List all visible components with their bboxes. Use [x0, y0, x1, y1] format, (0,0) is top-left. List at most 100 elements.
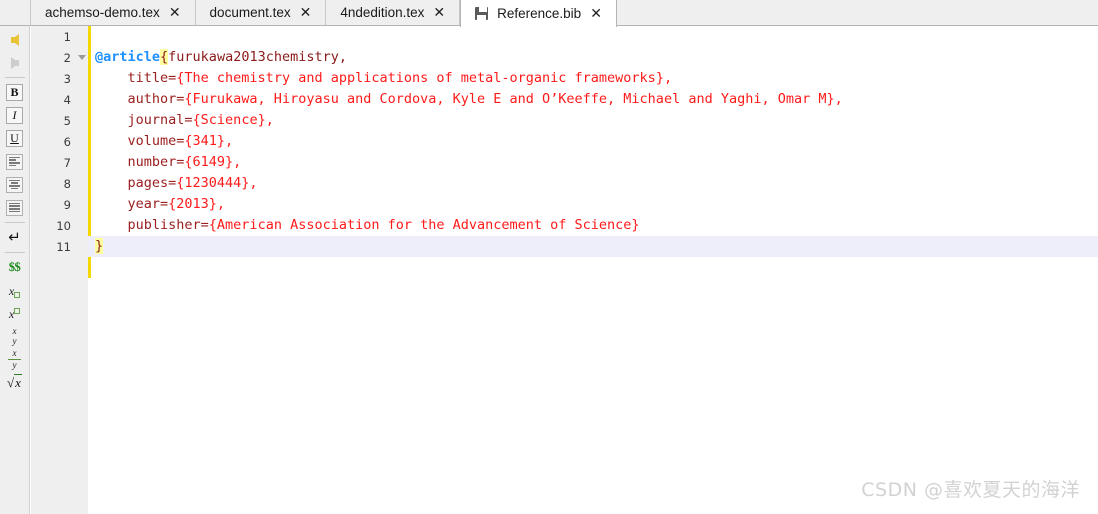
- placeholder-box-icon: [14, 291, 21, 298]
- binomial-icon: x y: [13, 327, 17, 346]
- align-center-icon: [6, 176, 23, 193]
- code-line[interactable]: 4 author={Furukawa, Hiroyasu and Cordova…: [31, 89, 1098, 110]
- code-line[interactable]: 8 pages={1230444},: [31, 173, 1098, 194]
- code-text[interactable]: @article{furukawa2013chemistry,: [88, 47, 1098, 68]
- sqrt-button[interactable]: √x: [4, 372, 26, 393]
- fold-toggle-icon[interactable]: [75, 55, 88, 60]
- code-line[interactable]: 10 publisher={American Association for t…: [31, 215, 1098, 236]
- code-line[interactable]: 2 @article{furukawa2013chemistry,: [31, 47, 1098, 68]
- double-dollar-icon: $$: [8, 260, 21, 274]
- code-text[interactable]: title={The chemistry and applications of…: [88, 68, 1098, 89]
- code-token-field: pages=: [95, 175, 177, 191]
- fraction-button[interactable]: x y: [4, 348, 26, 370]
- newline-button[interactable]: ↵: [4, 227, 26, 248]
- tab-label: achemso-demo.tex: [45, 5, 160, 20]
- bold-icon: B: [6, 84, 23, 101]
- code-token-field: author=: [95, 91, 185, 107]
- tab-close-icon[interactable]: ✕: [590, 7, 602, 21]
- tab-label: 4ndedition.tex: [340, 5, 425, 20]
- tab-label: Reference.bib: [497, 6, 582, 21]
- bold-button[interactable]: B: [4, 82, 26, 103]
- code-token-val: {Science},: [192, 112, 274, 128]
- line-number: 1: [63, 29, 71, 44]
- line-number: 2: [63, 50, 71, 65]
- underline-button[interactable]: U: [4, 128, 26, 149]
- code-token-val: {Furukawa, Hiroyasu and Cordova, Kyle E …: [184, 91, 843, 107]
- underline-icon: U: [6, 130, 23, 147]
- code-line[interactable]: 1: [31, 26, 1098, 47]
- superscript-button[interactable]: x: [4, 303, 26, 324]
- code-token-val: {1230444},: [176, 175, 258, 191]
- superscript-icon: x: [9, 307, 21, 320]
- code-line[interactable]: 6 volume={341},: [31, 131, 1098, 152]
- code-text[interactable]: }: [88, 236, 1098, 257]
- code-text[interactable]: [88, 26, 1098, 47]
- code-lines-container[interactable]: 1 2 @article{furukawa2013chemistry, 3 title…: [31, 26, 1098, 514]
- csdn-watermark: CSDN @喜欢夏天的海洋: [861, 479, 1080, 501]
- line-number: 11: [56, 239, 71, 254]
- line-number: 6: [63, 134, 71, 149]
- toolbar-divider: [4, 252, 25, 253]
- code-text[interactable]: publisher={American Association for the …: [88, 215, 1098, 236]
- tab-close-icon[interactable]: ✕: [169, 6, 181, 20]
- chevron-down-icon[interactable]: [77, 55, 86, 60]
- tab-bar: achemso-demo.tex ✕ document.tex ✕ 4ndedition…: [0, 0, 1098, 27]
- toolbar-divider: [4, 77, 25, 78]
- math-inline-button[interactable]: $$: [4, 257, 26, 278]
- tab-bar-empty-area: [616, 0, 1098, 25]
- code-text[interactable]: pages={1230444},: [88, 173, 1098, 194]
- align-justify-icon: [6, 199, 23, 216]
- code-text[interactable]: journal={Science},: [88, 110, 1098, 131]
- code-text[interactable]: volume={341},: [88, 131, 1098, 152]
- subscript-button[interactable]: x: [4, 280, 26, 301]
- tab-document-tex[interactable]: document.tex ✕: [195, 0, 327, 25]
- code-token-field: number=: [95, 154, 185, 170]
- code-token-brmatch: {: [160, 49, 169, 65]
- code-token-field: year=: [95, 196, 169, 212]
- italic-icon: I: [6, 107, 23, 124]
- tab-label: document.tex: [209, 5, 291, 20]
- code-text[interactable]: number={6149},: [88, 152, 1098, 173]
- line-number: 10: [56, 218, 71, 233]
- sqrt-icon: √x: [7, 374, 22, 390]
- code-token-val: {The chemistry and applications of metal…: [176, 70, 673, 86]
- toolbar-divider: [4, 222, 25, 223]
- line-number: 8: [63, 176, 71, 191]
- subscript-icon: x: [9, 285, 21, 298]
- code-editor[interactable]: 1 2 @article{furukawa2013chemistry, 3 title…: [31, 26, 1098, 514]
- line-number: 4: [63, 92, 71, 107]
- align-center-button[interactable]: [4, 174, 26, 195]
- tab-4ndedition-tex[interactable]: 4ndedition.tex ✕: [326, 0, 461, 25]
- left-toolbar: B I U ↵ $$ x x x y x y √x: [0, 26, 30, 514]
- code-line[interactable]: 5 journal={Science},: [31, 110, 1098, 131]
- italic-button[interactable]: I: [4, 105, 26, 126]
- code-line[interactable]: 3 title={The chemistry and applications …: [31, 68, 1098, 89]
- code-line[interactable]: 9 year={2013},: [31, 194, 1098, 215]
- code-token-brmatch: }: [95, 238, 104, 254]
- tab-close-icon[interactable]: ✕: [433, 6, 445, 20]
- line-number: 5: [63, 113, 71, 128]
- code-token-val: {2013},: [168, 196, 226, 212]
- enter-arrow-icon: ↵: [8, 228, 21, 246]
- redo-arrow-icon[interactable]: [4, 52, 26, 73]
- code-text[interactable]: author={Furukawa, Hiroyasu and Cordova, …: [88, 89, 1098, 110]
- align-justify-button[interactable]: [4, 197, 26, 218]
- binom-button[interactable]: x y: [4, 326, 26, 347]
- tab-close-icon[interactable]: ✕: [300, 6, 312, 20]
- tab-bar-lead-spacer: [0, 0, 31, 25]
- code-text[interactable]: year={2013},: [88, 194, 1098, 215]
- line-number: 9: [63, 197, 71, 212]
- code-token-val: {341},: [184, 133, 234, 149]
- fraction-icon: x y: [8, 348, 21, 370]
- code-token-val: {6149},: [184, 154, 242, 170]
- arrow-left-icon: [10, 33, 19, 46]
- placeholder-box-icon: [14, 307, 21, 314]
- tab-reference-bib[interactable]: Reference.bib ✕: [460, 0, 617, 27]
- save-icon: [475, 7, 489, 20]
- code-line[interactable]: 11}: [31, 236, 1098, 257]
- align-left-button[interactable]: [4, 151, 26, 172]
- code-line[interactable]: 7 number={6149},: [31, 152, 1098, 173]
- undo-arrow-icon[interactable]: [4, 29, 26, 50]
- tab-achemso-demo-tex[interactable]: achemso-demo.tex ✕: [31, 0, 196, 25]
- align-left-icon: [6, 153, 23, 170]
